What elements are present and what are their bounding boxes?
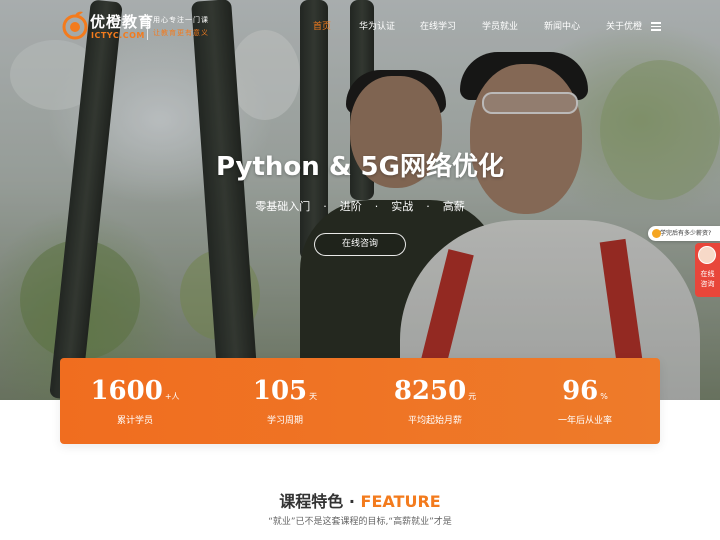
stat-employment-rate: 96% 一年后从业率	[510, 358, 660, 444]
stat-study-period: 105 天 学习周期	[210, 358, 360, 444]
tag-separator: ·	[374, 200, 379, 213]
stat-unit: 元	[468, 392, 477, 401]
stat-unit: 天	[309, 392, 318, 401]
nav-item-student-jobs[interactable]: 学员就业	[482, 19, 518, 32]
hero-tag: 实战	[391, 200, 414, 213]
hero-tags: 零基础入门 · 进阶 · 实战 · 高薪	[0, 198, 720, 214]
nav-menu: 首页 华为认证 在线学习 学员就业 新闻中心 关于优橙	[0, 19, 720, 35]
stat-starting-salary: 8250 元 平均起始月薪	[360, 358, 510, 444]
top-navigation: 优橙教育 ICTYC.COM 用心专注一门课 让教育更有意义 首页 华为认证 在…	[0, 0, 720, 50]
stat-label: 累计学员	[116, 416, 153, 426]
tag-separator: ·	[323, 200, 327, 213]
stat-label: 一年后从业率	[557, 416, 612, 426]
hero-tag: 零基础入门	[255, 200, 311, 213]
stat-unit: %	[600, 392, 608, 401]
chat-bubble-icon	[652, 229, 661, 238]
nav-item-online-learning[interactable]: 在线学习	[420, 19, 456, 32]
hero-tag: 高薪	[442, 200, 465, 213]
online-consult-button[interactable]: 在线咨询	[314, 233, 406, 256]
hamburger-icon[interactable]	[651, 22, 661, 31]
stat-students: 1600 +人 累计学员	[60, 358, 210, 444]
feature-subtitle: “就业”已不是这套课程的目标,“高薪就业”才是	[268, 517, 452, 527]
stat-unit: +人	[164, 392, 180, 401]
feature-title-dot: ·	[343, 492, 361, 511]
nav-item-about[interactable]: 关于优橙	[606, 19, 642, 32]
consultant-avatar	[698, 246, 716, 264]
nav-item-huawei-cert[interactable]: 华为认证	[359, 19, 395, 32]
stats-bar: 1600 +人 累计学员 105 天 学习周期 8250 元 平均起始月薪 96% 一…	[60, 358, 660, 444]
stat-value: 96	[562, 376, 599, 406]
hero-tag: 进阶	[339, 200, 362, 213]
stat-value: 1600	[90, 376, 163, 406]
hero-title: Python & 5G网络优化	[215, 152, 504, 182]
feature-section-title: 课程特色 · FEATURE	[0, 488, 720, 512]
nav-item-news[interactable]: 新闻中心	[544, 19, 580, 32]
feature-title-cn: 课程特色	[279, 492, 344, 511]
stat-value: 105	[252, 376, 308, 406]
stat-label: 学习周期	[266, 416, 303, 426]
side-consult-button[interactable]: 在线 咨询	[695, 243, 720, 297]
nav-item-home[interactable]: 首页	[313, 19, 331, 32]
side-consult-label-line2: 咨询	[700, 280, 715, 288]
tag-separator: ·	[426, 200, 430, 213]
side-consult-label-line1: 在线	[700, 270, 715, 278]
stat-value: 8250	[393, 376, 467, 406]
feature-title-en: FEATURE	[360, 492, 441, 511]
stat-label: 平均起始月薪	[407, 416, 462, 426]
